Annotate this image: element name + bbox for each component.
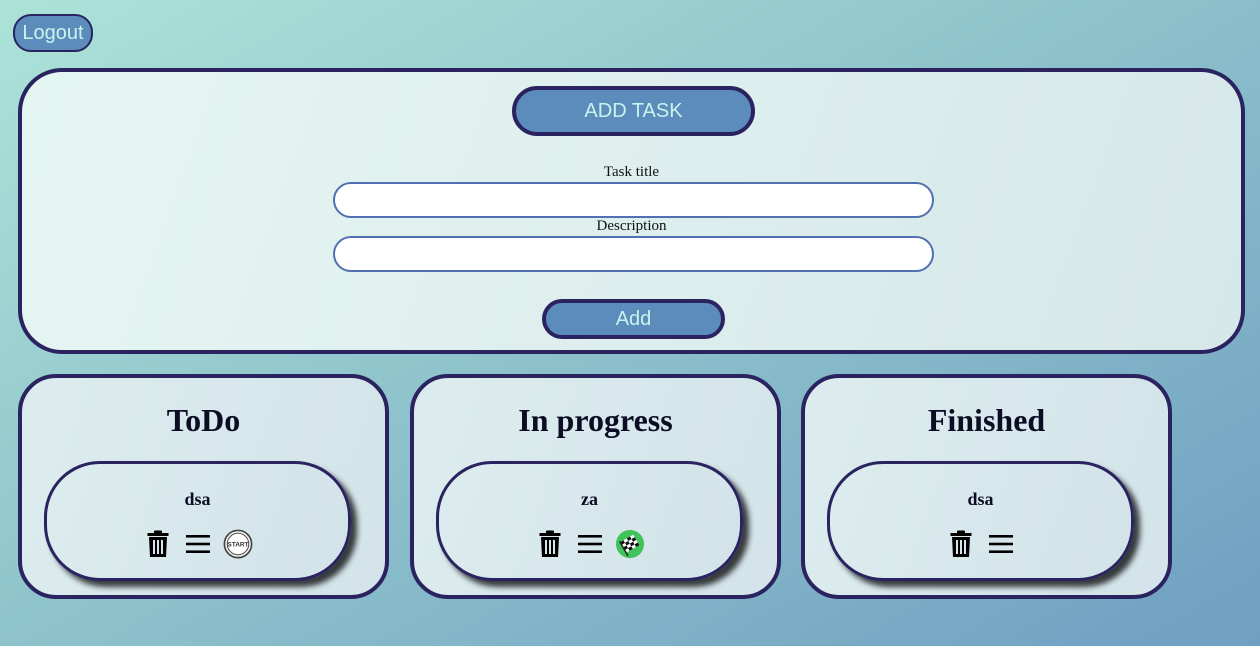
start-icon-label: START	[227, 542, 248, 549]
finish-flag-icon[interactable]	[615, 528, 645, 560]
task-card: dsa	[44, 461, 351, 581]
task-card: dsa	[827, 461, 1134, 581]
task-name: za	[581, 489, 598, 509]
task-title-label: Task title	[603, 164, 660, 180]
menu-icon[interactable]	[986, 528, 1016, 560]
description-label: Description	[596, 218, 667, 234]
task-title-input[interactable]	[333, 182, 934, 218]
task-actions: START	[47, 528, 348, 560]
task-card: za	[436, 461, 743, 581]
column-title: In progress	[518, 402, 673, 438]
add-button[interactable]: Add	[542, 299, 725, 339]
menu-icon[interactable]	[183, 528, 213, 560]
add-task-panel: ADD TASK Task title Description Add	[18, 68, 1245, 354]
task-name: dsa	[184, 489, 211, 509]
menu-icon[interactable]	[575, 528, 605, 560]
column-todo: ToDo dsa START	[18, 374, 389, 599]
trash-icon[interactable]	[143, 528, 173, 560]
add-task-toggle-button[interactable]: ADD TASK	[512, 86, 755, 136]
logout-button[interactable]: Logout	[13, 14, 93, 52]
column-title: Finished	[927, 402, 1046, 438]
trash-icon[interactable]	[535, 528, 565, 560]
description-input[interactable]	[333, 236, 934, 272]
column-title: ToDo	[166, 402, 241, 438]
task-actions	[439, 528, 740, 560]
column-finished: Finished dsa	[801, 374, 1172, 599]
task-name: dsa	[967, 489, 994, 509]
start-icon[interactable]: START	[223, 528, 253, 560]
column-in-progress: In progress za	[410, 374, 781, 599]
trash-icon[interactable]	[946, 528, 976, 560]
task-actions	[830, 528, 1131, 560]
